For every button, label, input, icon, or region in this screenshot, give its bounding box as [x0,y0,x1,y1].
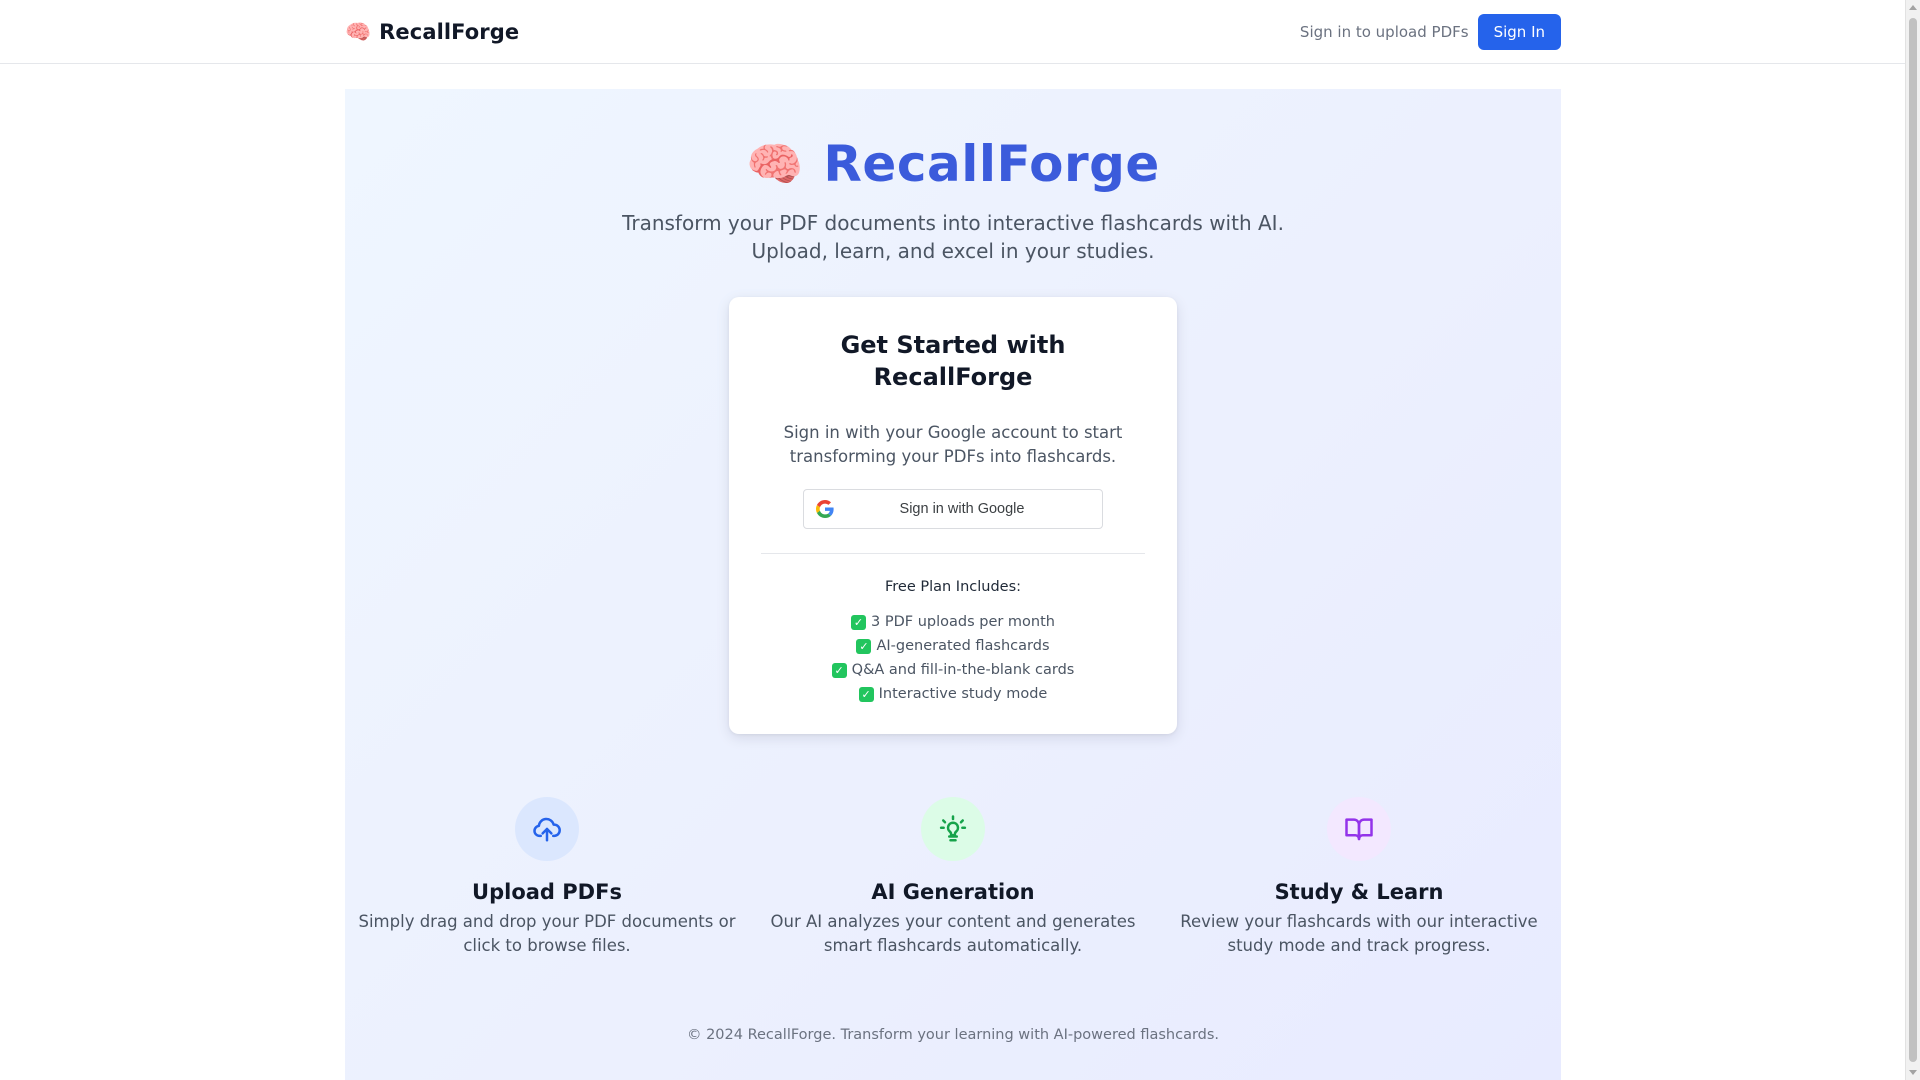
card-description: Sign in with your Google account to star… [769,421,1137,469]
open-book-icon [1327,797,1391,861]
card-title-line: RecallForge [873,363,1033,391]
sign-in-hint: Sign in to upload PDFs [1299,23,1469,41]
feature-title: Study & Learn [1274,880,1444,904]
google-sign-in-button[interactable]: Sign in with Google [803,489,1103,529]
footer-copyright: © 2024 RecallForge. Transform your learn… [686,1027,1220,1043]
card-description-line: transforming your PDFs into flashcards. [789,447,1117,466]
landing-panel: 🧠 RecallForge Transform your PDF documen… [345,89,1561,1080]
google-g-icon [816,500,834,518]
scroll-down-arrow-icon[interactable] [1909,1070,1917,1075]
feature-description-line: smart flashcards automatically. [823,936,1083,955]
scroll-up-arrow-icon[interactable] [1909,5,1917,10]
feature-description-line: click to browse files. [463,936,631,955]
card-title: Get Started with RecallForge [749,329,1157,393]
feature-description: Simply drag and drop your PDF documents … [345,910,749,958]
feature-description-line: Our AI analyzes your content and generat… [770,912,1136,931]
feature-description-line: study mode and track progress. [1227,936,1491,955]
brain-icon: 🧠 [746,137,804,191]
check-mark-icon: ✓ [851,614,866,630]
plan-item-label: 3 PDF uploads per month [871,614,1055,630]
feature-title: Upload PDFs [472,880,622,904]
hero-title: RecallForge [823,135,1160,193]
brain-icon: 🧠 [345,19,372,44]
hero-subtitle: Transform your PDF documents into intera… [345,209,1561,265]
scrollbar-thumb[interactable] [1909,18,1917,1062]
card-title-line: Get Started with [840,331,1066,359]
check-mark-icon: ✓ [856,638,872,654]
sign-in-button[interactable]: Sign In [1477,14,1561,50]
plan-item-label: Interactive study mode [878,686,1048,702]
lightbulb-icon [921,797,985,861]
list-item: ✓ Q&A and fill-in-the-blank cards [729,658,1177,682]
plan-item-label: AI-generated flashcards [876,638,1050,654]
get-started-card: Get Started with RecallForge Sign in wit… [729,297,1177,734]
vertical-scrollbar[interactable] [1905,0,1920,1080]
brand-logo[interactable]: 🧠 RecallForge [345,18,519,46]
divider [761,553,1145,554]
feature-ai-generation: AI Generation Our AI analyzes your conte… [751,797,1155,958]
free-plan-title: Free Plan Includes: [884,579,1022,595]
feature-description-line: Review your flashcards with our interact… [1180,912,1538,931]
hero-subtitle-line: Transform your PDF documents into intera… [622,211,1284,235]
top-nav-bar: 🧠 RecallForge Sign in to upload PDFs Sig… [0,0,1905,64]
check-mark-icon: ✓ [831,662,847,678]
brand-name: RecallForge [379,20,520,44]
header-actions: Sign in to upload PDFs Sign In [1300,14,1561,50]
upload-cloud-icon [515,797,579,861]
list-item: ✓ 3 PDF uploads per month [729,610,1177,634]
feature-study-learn: Study & Learn Review your flashcards wit… [1157,797,1561,958]
list-item: ✓ Interactive study mode [729,682,1177,706]
check-mark-icon: ✓ [858,686,874,702]
feature-upload-pdfs: Upload PDFs Simply drag and drop your PD… [345,797,749,958]
free-plan-list: ✓ 3 PDF uploads per month ✓ AI-generated… [729,610,1177,706]
hero-subtitle-line: Upload, learn, and excel in your studies… [751,239,1155,263]
feature-description: Review your flashcards with our interact… [1157,910,1561,958]
hero-heading: 🧠 RecallForge [345,129,1561,199]
feature-description: Our AI analyzes your content and generat… [751,910,1155,958]
feature-description-line: Simply drag and drop your PDF documents … [358,912,736,931]
google-sign-in-label: Sign in with Google [899,501,1025,517]
feature-title: AI Generation [871,880,1035,904]
card-description-line: Sign in with your Google account to star… [783,423,1123,442]
plan-item-label: Q&A and fill-in-the-blank cards [851,662,1075,678]
list-item: ✓ AI-generated flashcards [729,634,1177,658]
